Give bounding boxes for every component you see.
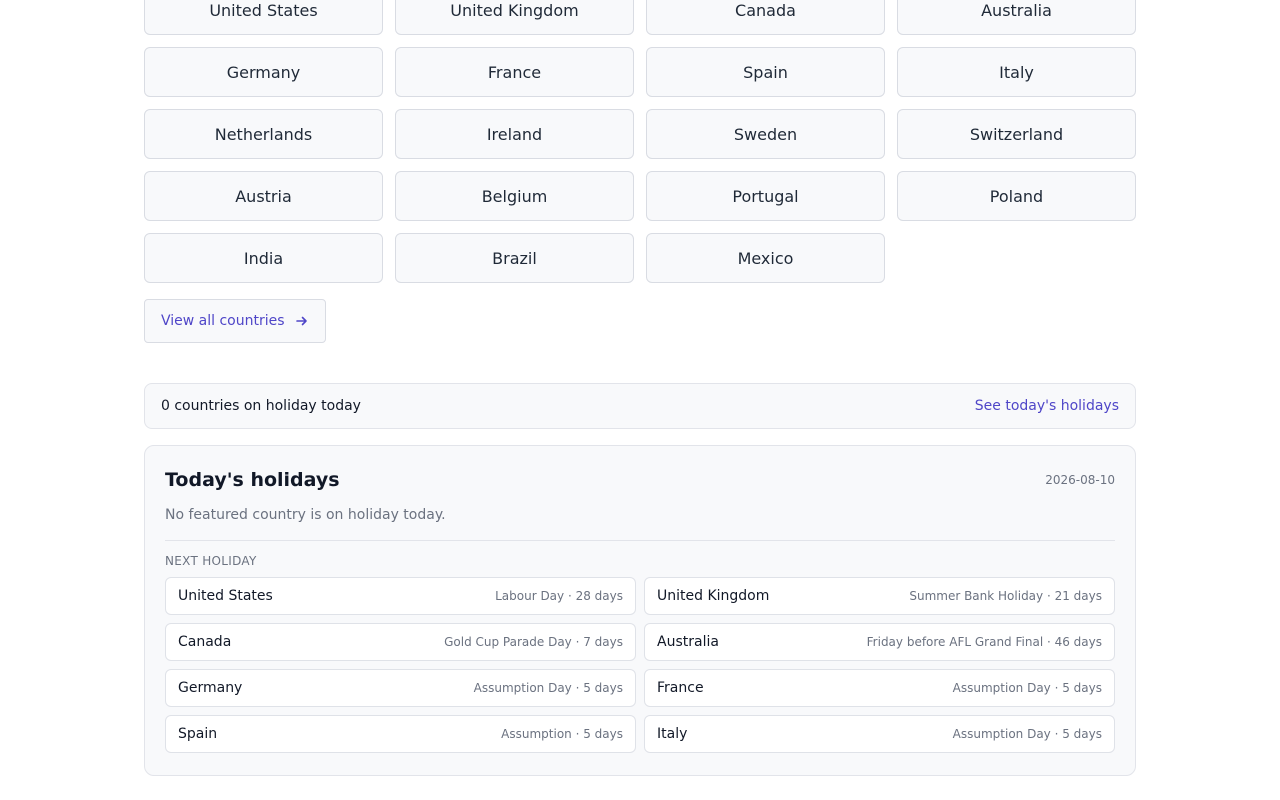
next-holiday-label: NEXT HOLIDAY <box>165 554 257 568</box>
next-holiday-item[interactable]: United Kingdom Summer Bank Holiday · 21 … <box>644 577 1115 615</box>
country-button[interactable]: United Kingdom <box>395 0 634 35</box>
view-all-label: View all countries <box>161 313 285 329</box>
country-button[interactable]: Ireland <box>395 109 634 159</box>
country-button[interactable]: Australia <box>897 0 1136 35</box>
next-holiday-country: Italy <box>657 726 688 742</box>
next-holiday-detail: Assumption Day · 5 days <box>952 681 1102 695</box>
next-holiday-item[interactable]: United States Labour Day · 28 days <box>165 577 636 615</box>
country-button[interactable]: Spain <box>646 47 885 97</box>
next-holiday-country: Spain <box>178 726 218 742</box>
country-grid: United States United Kingdom Canada Aust… <box>144 0 1136 283</box>
next-holiday-item[interactable]: Australia Friday before AFL Grand Final … <box>644 623 1115 661</box>
country-button[interactable]: Sweden <box>646 109 885 159</box>
country-button[interactable]: Portugal <box>646 171 885 221</box>
country-button[interactable]: France <box>395 47 634 97</box>
next-holiday-country: Canada <box>178 634 232 650</box>
country-button[interactable]: Germany <box>144 47 383 97</box>
next-holiday-detail: Labour Day · 28 days <box>495 589 623 603</box>
country-button[interactable]: Belgium <box>395 171 634 221</box>
country-button[interactable]: Mexico <box>646 233 885 283</box>
next-holiday-country: United Kingdom <box>657 588 770 604</box>
next-holiday-item[interactable]: Germany Assumption Day · 5 days <box>165 669 636 707</box>
next-holiday-country: United States <box>178 588 273 604</box>
country-button[interactable]: India <box>144 233 383 283</box>
next-holiday-detail: Summer Bank Holiday · 21 days <box>909 589 1102 603</box>
see-todays-holidays-link[interactable]: See today's holidays <box>975 398 1119 414</box>
next-holiday-item[interactable]: Italy Assumption Day · 5 days <box>644 715 1115 753</box>
next-holiday-detail: Assumption · 5 days <box>501 727 623 741</box>
next-holiday-detail: Gold Cup Parade Day · 7 days <box>444 635 623 649</box>
next-holiday-list: United States Labour Day · 28 days Unite… <box>165 577 1115 753</box>
holiday-today-bar: 0 countries on holiday today See today's… <box>144 383 1136 429</box>
next-holiday-country: Australia <box>657 634 719 650</box>
panel-header: Today's holidays 2026-08-10 <box>165 466 1115 494</box>
panel-title: Today's holidays <box>165 469 340 491</box>
next-holiday-detail: Friday before AFL Grand Final · 46 days <box>866 635 1102 649</box>
arrow-right-icon <box>295 314 309 328</box>
next-holiday-detail: Assumption Day · 5 days <box>473 681 623 695</box>
next-holiday-country: France <box>657 680 704 696</box>
country-button[interactable]: Austria <box>144 171 383 221</box>
next-holiday-detail: Assumption Day · 5 days <box>952 727 1102 741</box>
country-button[interactable]: Netherlands <box>144 109 383 159</box>
next-holiday-item[interactable]: France Assumption Day · 5 days <box>644 669 1115 707</box>
country-button[interactable]: Brazil <box>395 233 634 283</box>
country-button[interactable]: Switzerland <box>897 109 1136 159</box>
next-holiday-item[interactable]: Canada Gold Cup Parade Day · 7 days <box>165 623 636 661</box>
country-button[interactable]: Poland <box>897 171 1136 221</box>
todays-holidays-panel: Today's holidays 2026-08-10 No featured … <box>144 445 1136 776</box>
country-button[interactable]: Italy <box>897 47 1136 97</box>
holiday-count-text: 0 countries on holiday today <box>161 398 361 414</box>
country-button[interactable]: United States <box>144 0 383 35</box>
country-button[interactable]: Canada <box>646 0 885 35</box>
panel-note: No featured country is on holiday today. <box>165 507 446 523</box>
view-all-countries-button[interactable]: View all countries <box>144 299 326 343</box>
panel-date: 2026-08-10 <box>1045 473 1115 487</box>
page-content: United States United Kingdom Canada Aust… <box>144 0 1136 776</box>
next-holiday-item[interactable]: Spain Assumption · 5 days <box>165 715 636 753</box>
next-holiday-country: Germany <box>178 680 243 696</box>
divider <box>165 540 1115 541</box>
